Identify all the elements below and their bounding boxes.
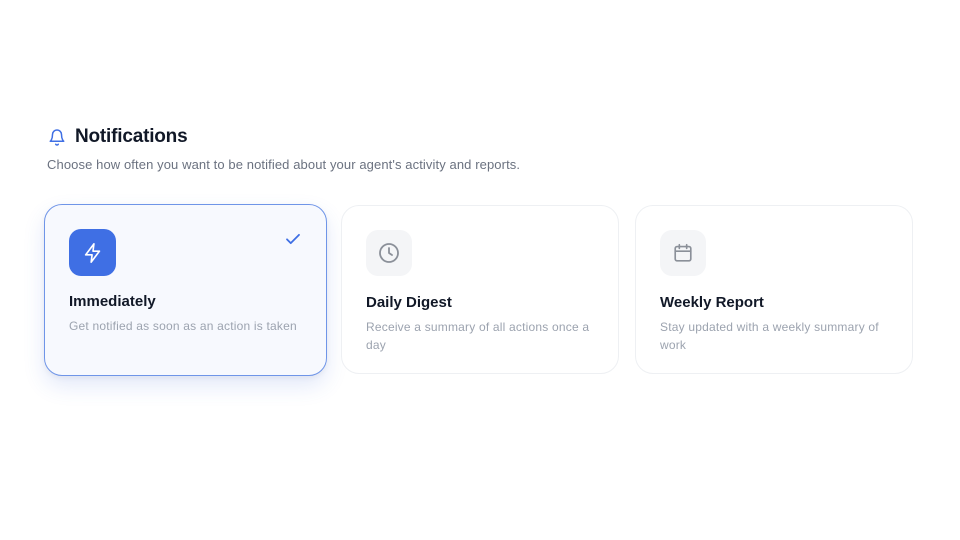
option-title: Daily Digest [366,294,452,311]
section-title: Notifications [75,126,188,147]
frequency-options: Immediately Get notified as soon as an a… [44,204,914,376]
option-card-weekly-report[interactable]: Weekly Report Stay updated with a weekly… [635,205,913,374]
option-card-immediately[interactable]: Immediately Get notified as soon as an a… [44,204,327,376]
calendar-icon [660,230,706,276]
option-description: Get notified as soon as an action is tak… [69,319,297,333]
option-description: Receive a summary of all actions once a … [366,320,590,352]
option-title: Immediately [69,293,156,310]
check-icon [284,230,302,248]
lightning-icon [69,229,116,276]
bell-icon [47,127,67,147]
option-card-daily-digest[interactable]: Daily Digest Receive a summary of all ac… [341,205,619,374]
section-subtitle: Choose how often you want to be notified… [47,157,521,172]
notifications-section: Notifications Choose how often you want … [44,126,913,376]
option-description: Stay updated with a weekly summary of wo… [660,320,879,352]
option-title: Weekly Report [660,294,764,311]
clock-icon [366,230,412,276]
section-header: Notifications [47,126,913,148]
